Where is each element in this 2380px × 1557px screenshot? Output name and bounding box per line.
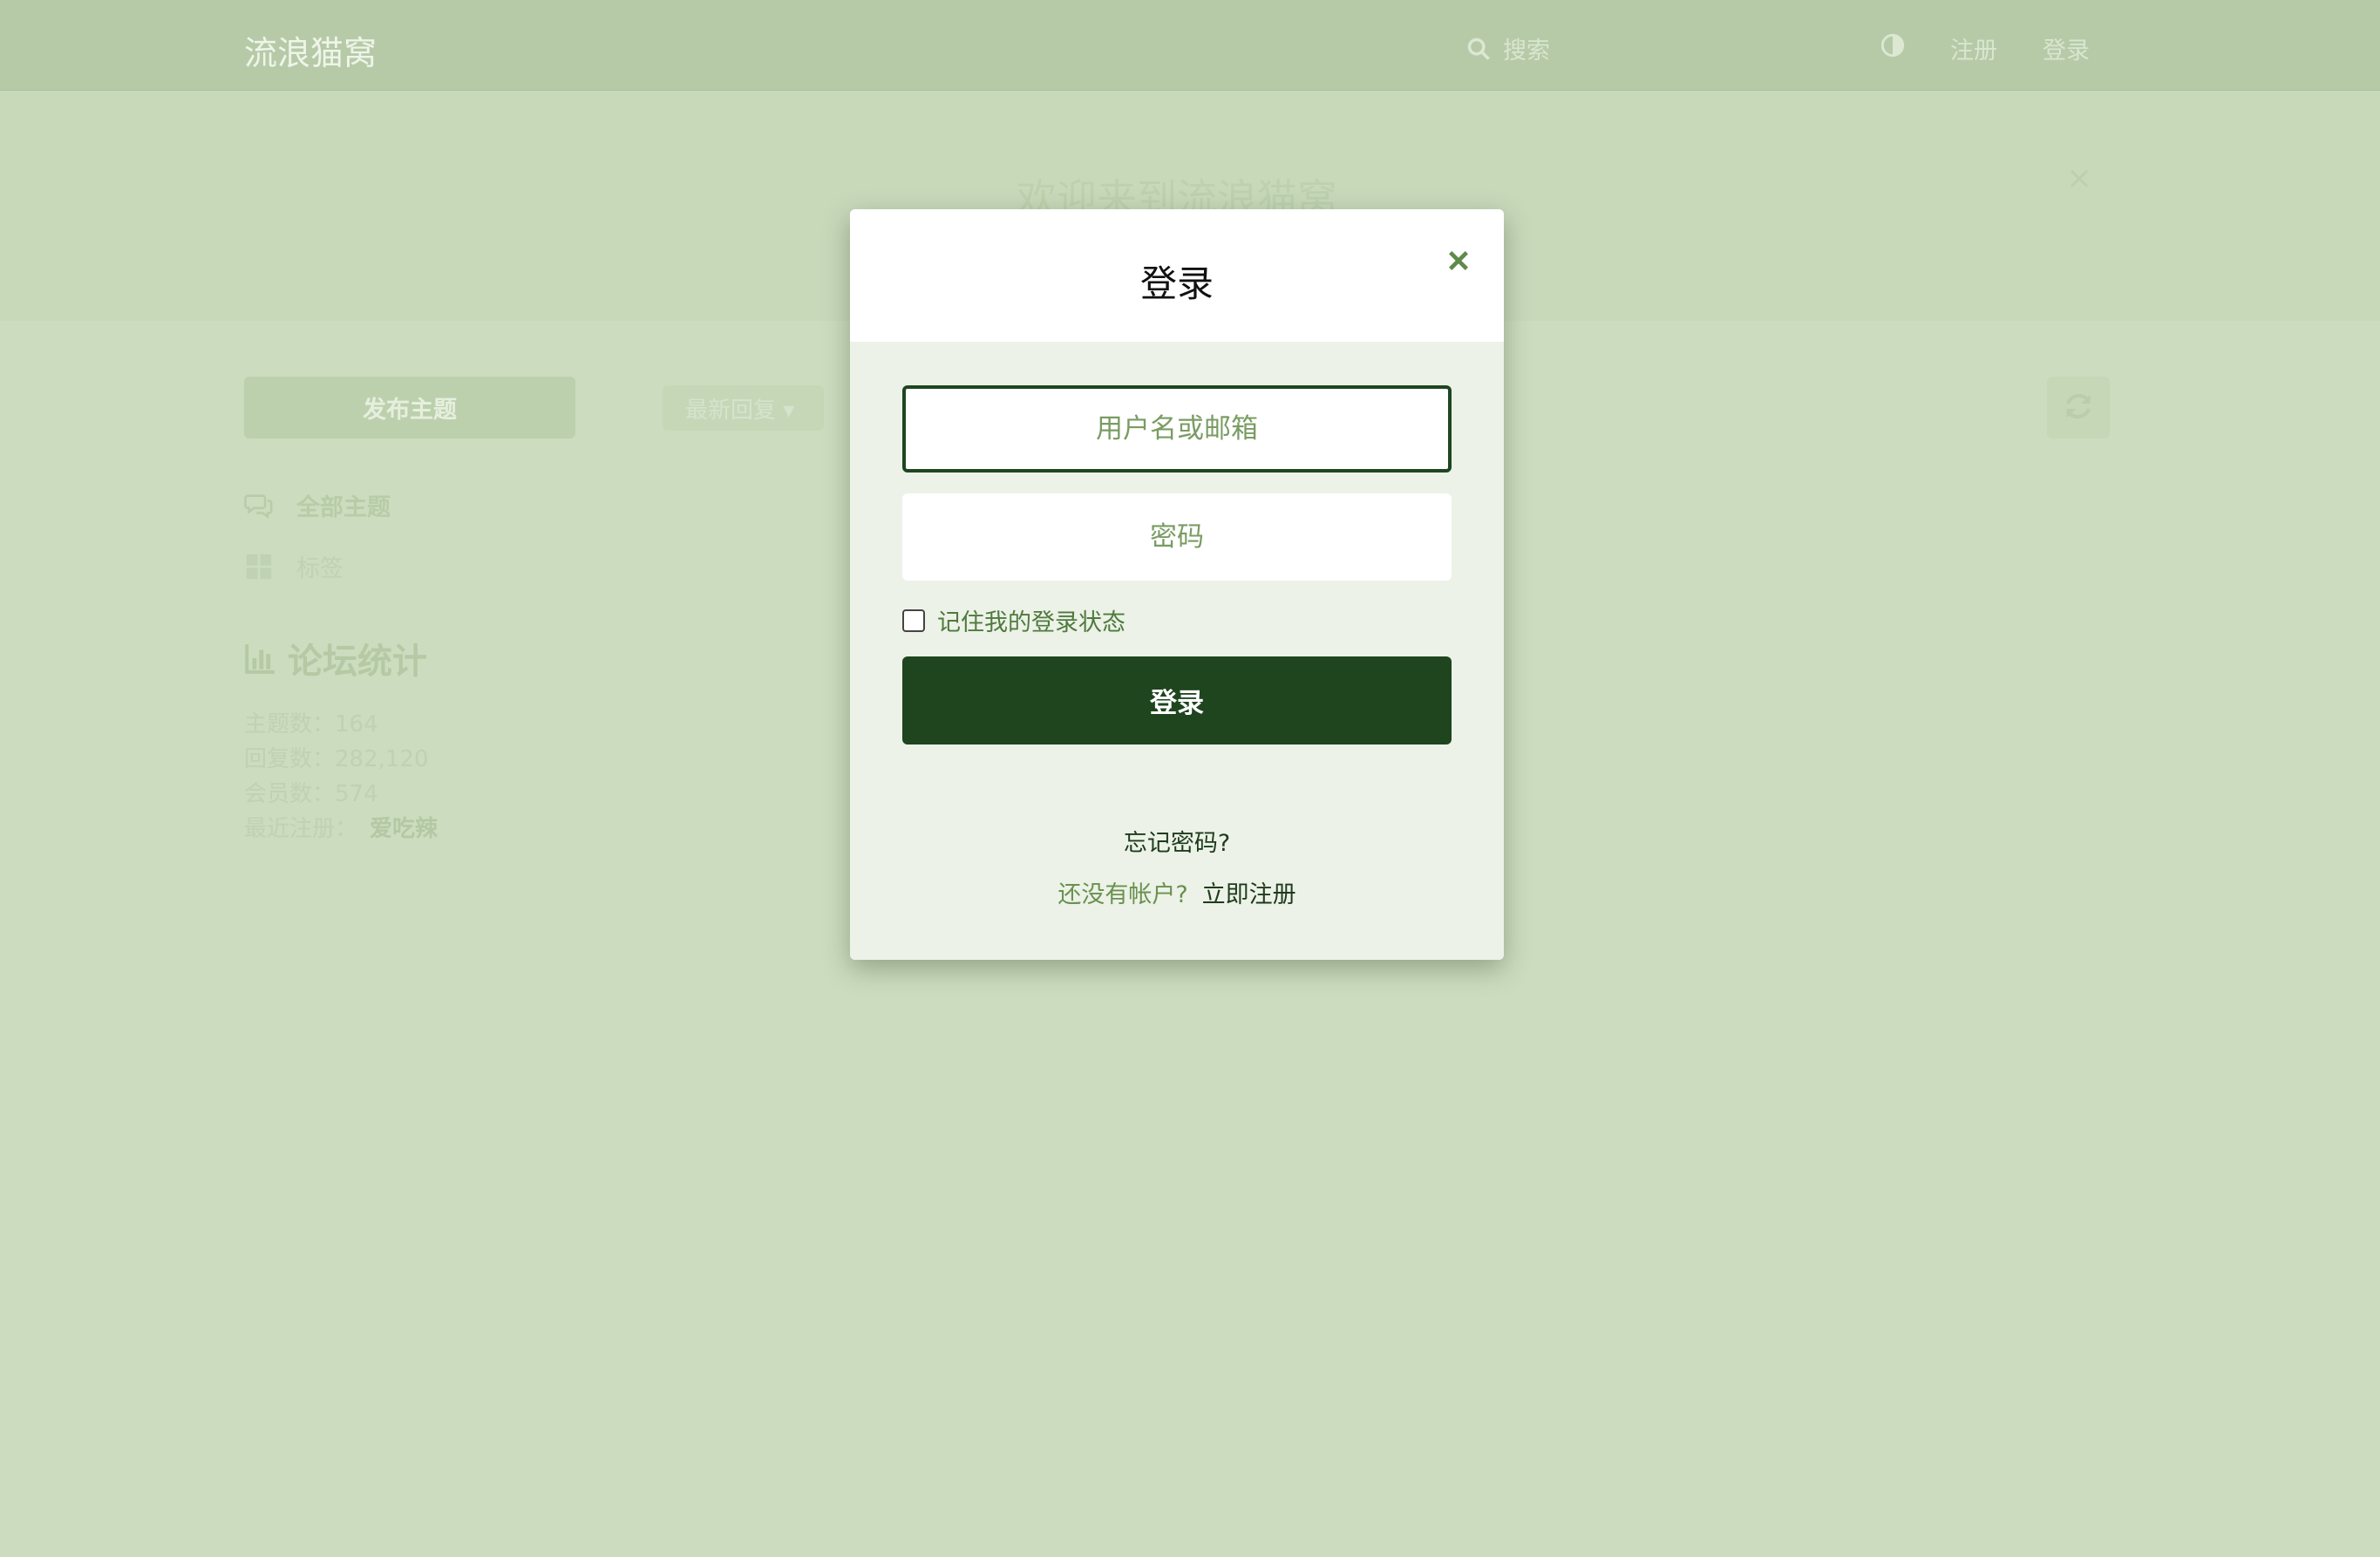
stats-title: 论坛统计: [288, 642, 427, 682]
remember-label: 记住我的登录状态: [937, 609, 1125, 636]
latest-user-link[interactable]: 爱吃辣: [370, 816, 438, 842]
top-header: 流浪猫窝 搜索 注册 登录: [0, 0, 2380, 91]
modal-close-button[interactable]: [1441, 244, 1476, 279]
chevron-down-icon: ▾: [783, 397, 795, 424]
modal-header: 登录: [850, 209, 1504, 342]
new-topic-button[interactable]: 发布主题: [244, 377, 575, 439]
modal-title: 登录: [1139, 262, 1214, 305]
remember-checkbox[interactable]: [902, 609, 925, 632]
sidebar-item-label: 全部主题: [296, 494, 391, 521]
refresh-button[interactable]: [2047, 377, 2110, 439]
username-input[interactable]: [902, 385, 1452, 473]
signup-row: 还没有帐户? 立即注册: [850, 875, 1504, 909]
grid-icon: [246, 554, 272, 579]
stats-heading: 论坛统计: [244, 633, 427, 683]
search-placeholder: 搜索: [1503, 37, 1550, 65]
close-icon: [1449, 250, 1468, 270]
sort-label: 最新回复: [685, 397, 777, 424]
no-account-text: 还没有帐户?: [1057, 881, 1188, 908]
bar-chart-icon: [245, 644, 275, 674]
comments-icon: [244, 493, 273, 519]
search-icon: [1467, 37, 1490, 60]
nav-login-link[interactable]: 登录: [2043, 31, 2090, 65]
sort-dropdown[interactable]: 最新回复 ▾: [663, 385, 824, 431]
signup-link[interactable]: 立即注册: [1202, 881, 1296, 908]
stat-members: 会员数：574: [244, 781, 378, 807]
sidebar-item-label: 标签: [296, 555, 343, 582]
stat-latest-label: 最近注册：: [244, 816, 358, 842]
banner-close-icon[interactable]: ×: [2066, 160, 2092, 196]
refresh-icon: [2066, 393, 2091, 419]
login-submit-button[interactable]: 登录: [902, 656, 1452, 745]
theme-toggle-icon[interactable]: [1880, 33, 1905, 58]
search-box[interactable]: 搜索: [1466, 31, 1550, 65]
remember-me-row[interactable]: 记住我的登录状态: [902, 603, 1125, 637]
sidebar-item-all-topics[interactable]: 全部主题: [244, 488, 391, 522]
stat-latest: 最近注册： 爱吃辣: [244, 811, 438, 843]
password-input[interactable]: [902, 493, 1452, 581]
forgot-password-link[interactable]: 忘记密码?: [850, 824, 1504, 858]
site-logo[interactable]: 流浪猫窝: [244, 26, 377, 74]
stat-replies: 回复数：282,120: [244, 746, 429, 772]
sidebar-item-tags[interactable]: 标签: [244, 549, 343, 583]
nav-register-link[interactable]: 注册: [1950, 31, 1997, 65]
stat-topics: 主题数：164: [244, 711, 378, 738]
